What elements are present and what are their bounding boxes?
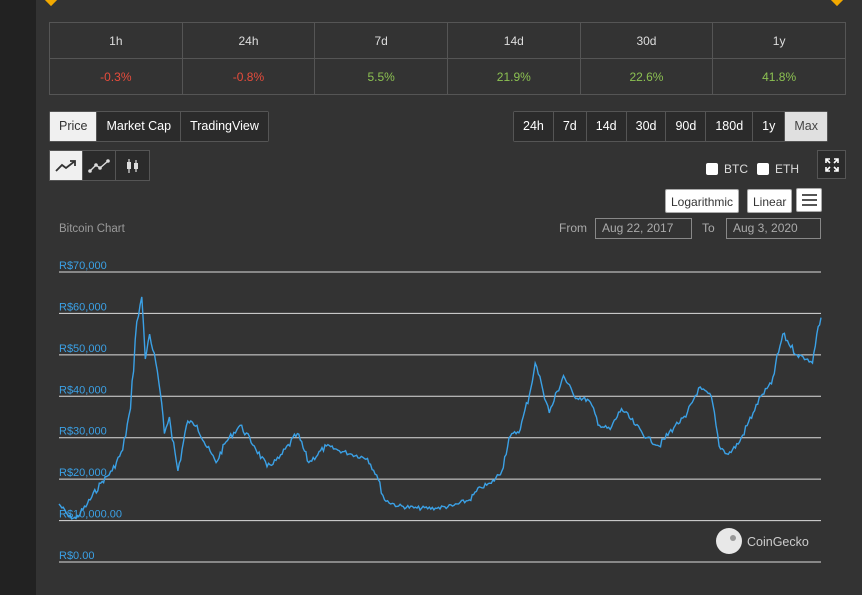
y-tick-label: R$40,000 bbox=[59, 384, 107, 396]
y-tick-label: R$50,000 bbox=[59, 343, 107, 355]
price-chart: R$0.00 R$10,000.00 R$20,000 R$30,000 R$40,00… bbox=[58, 260, 822, 563]
y-tick-label: R$0.00 bbox=[59, 550, 94, 562]
y-tick-label: R$70,000 bbox=[59, 260, 107, 272]
y-tick-label: R$30,000 bbox=[59, 426, 107, 438]
y-tick-label: R$20,000 bbox=[59, 467, 107, 479]
coingecko-watermark: CoinGecko bbox=[716, 528, 809, 554]
y-tick-label: R$10,000.00 bbox=[59, 509, 122, 521]
gecko-logo-icon bbox=[716, 528, 742, 554]
y-tick-label: R$60,000 bbox=[59, 301, 107, 313]
price-series-line bbox=[58, 296, 822, 520]
watermark-label: CoinGecko bbox=[747, 535, 809, 549]
